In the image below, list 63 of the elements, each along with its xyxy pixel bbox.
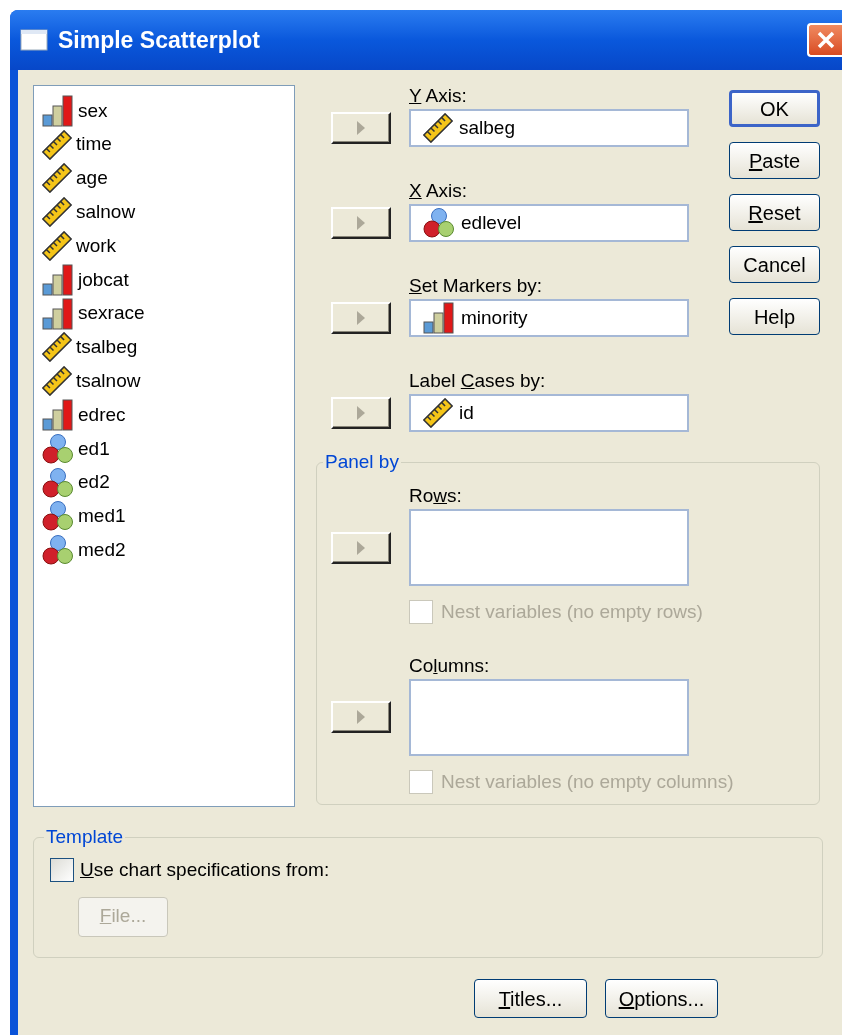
dialog-button[interactable]: Titles...	[474, 979, 587, 1018]
variable-item[interactable]: sex	[42, 94, 294, 128]
target-field[interactable]	[409, 678, 689, 756]
window-title: Simple Scatterplot	[58, 25, 261, 55]
triangle-icon	[356, 709, 366, 725]
close-button[interactable]	[807, 23, 842, 57]
move-button[interactable]	[331, 701, 391, 733]
variable-item[interactable]: tsalnow	[42, 364, 294, 399]
checkbox-label: Nest variables (no empty rows)	[441, 600, 703, 624]
bar-chart-icon	[42, 297, 74, 330]
field-label: X Axis:	[409, 180, 469, 202]
circles-icon	[423, 207, 455, 239]
dialog-button[interactable]: OK	[729, 90, 820, 127]
bar-chart-icon	[423, 302, 455, 334]
variable-item[interactable]: med1	[42, 499, 294, 534]
field-label: Y Axis:	[409, 85, 468, 107]
move-button[interactable]	[331, 207, 391, 239]
bar-chart-icon	[42, 94, 74, 127]
triangle-icon	[356, 405, 366, 421]
variable-item[interactable]: edrec	[42, 398, 294, 432]
move-button[interactable]	[331, 397, 391, 429]
move-button[interactable]	[331, 302, 391, 334]
variable-item[interactable]: jobcat	[42, 263, 294, 297]
variable-item[interactable]: salnow	[42, 195, 294, 230]
checkbox-label: Use chart specifications from:	[80, 858, 330, 882]
variable-item[interactable]: time	[42, 127, 294, 162]
window-icon	[20, 29, 48, 51]
variable-item[interactable]: tsalbeg	[42, 330, 294, 365]
target-field[interactable]: id	[409, 394, 689, 432]
circles-icon	[42, 466, 74, 499]
move-button[interactable]	[331, 531, 391, 564]
dialog-button[interactable]: Help	[729, 298, 820, 335]
triangle-icon	[356, 120, 366, 136]
checkbox-label: Nest variables (no empty columns)	[441, 769, 734, 794]
triangle-icon	[356, 215, 366, 231]
field-label: Label Cases by:	[409, 370, 547, 392]
close-icon	[816, 31, 835, 49]
target-field[interactable]: salbeg	[409, 109, 689, 147]
circles-icon	[42, 432, 74, 465]
triangle-icon	[356, 539, 366, 556]
target-field[interactable]	[409, 509, 689, 586]
variable-item[interactable]: age	[42, 161, 294, 196]
dialog-button[interactable]: Options...	[605, 979, 718, 1018]
bar-chart-icon	[42, 263, 74, 296]
field-label: Rows:	[409, 485, 463, 507]
variable-item[interactable]: med2	[42, 533, 294, 568]
checkbox[interactable]	[50, 858, 74, 883]
move-button[interactable]	[331, 112, 391, 144]
variable-item[interactable]: ed2	[42, 465, 294, 500]
dialog-button[interactable]: Cancel	[729, 246, 820, 283]
field-label: Set Markers by:	[409, 275, 544, 297]
variable-item[interactable]: sexrace	[42, 296, 294, 331]
circles-icon	[42, 534, 74, 567]
field-label: Columns:	[409, 654, 491, 677]
dialog-button[interactable]: Reset	[729, 194, 820, 231]
dialog-button[interactable]: Paste	[729, 142, 820, 179]
target-field[interactable]: minority	[409, 299, 689, 337]
target-field[interactable]: edlevel	[409, 204, 689, 242]
variable-item[interactable]: work	[42, 229, 294, 263]
triangle-icon	[356, 310, 366, 326]
circles-icon	[42, 500, 74, 533]
bar-chart-icon	[42, 399, 74, 432]
variable-item[interactable]: ed1	[42, 431, 294, 466]
